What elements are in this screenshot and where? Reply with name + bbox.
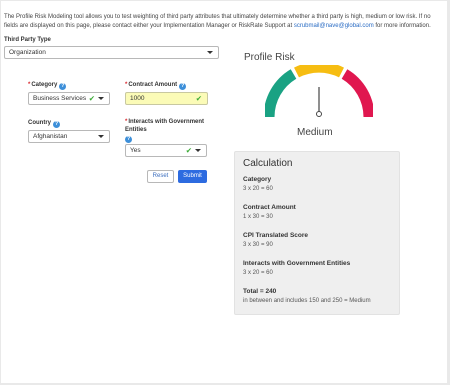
- gauge-needle-pivot: [316, 111, 322, 117]
- intro-text-end: for more information.: [373, 23, 431, 29]
- contract-amount-value: 1000: [130, 95, 145, 102]
- chevron-down-icon: [98, 135, 104, 138]
- support-email-link[interactable]: scrubmail@nave@global.com: [294, 23, 374, 29]
- calc-item-heading: CPI Translated Score: [243, 232, 309, 239]
- risk-level-label: Medium: [297, 127, 333, 138]
- third-party-type-value: Organization: [9, 49, 46, 56]
- help-icon[interactable]: ?: [59, 83, 67, 90]
- gauge-high-segment: [341, 69, 373, 118]
- risk-gauge: [265, 65, 373, 118]
- country-select[interactable]: Afghanistan: [28, 130, 110, 143]
- contract-amount-label: *Contract Amount?: [125, 81, 187, 90]
- contract-amount-input[interactable]: 1000 ✔: [125, 92, 208, 105]
- third-party-type-label: Third Party Type: [4, 37, 51, 43]
- calc-item-value: 3 x 20 = 60: [243, 186, 273, 192]
- required-asterisk: *: [125, 119, 128, 125]
- calc-item-heading: Category: [243, 176, 272, 183]
- category-label-text: Category: [31, 82, 58, 88]
- chevron-down-icon: [207, 51, 213, 54]
- gauge-low-segment: [265, 69, 297, 118]
- country-label-text: Country: [28, 120, 51, 126]
- submit-button[interactable]: Submit: [178, 170, 207, 183]
- reset-button[interactable]: Reset: [147, 170, 174, 183]
- interacts-label: *Interacts with Government Entities?: [125, 118, 217, 143]
- calc-item-heading: Contract Amount: [243, 204, 296, 211]
- calc-total-heading: Total = 240: [243, 288, 277, 295]
- gauge-medium-segment: [294, 65, 344, 78]
- help-icon[interactable]: ?: [53, 121, 60, 128]
- calc-item-value: 1 x 30 = 30: [243, 214, 273, 220]
- profile-risk-title: Profile Risk: [244, 52, 295, 63]
- risk-modeling-panel: The Profile Risk Modeling tool allows yo…: [1, 1, 447, 383]
- calculation-title: Calculation: [243, 158, 293, 169]
- interacts-value: Yes: [130, 147, 141, 154]
- calc-total-value: in between and includes 150 and 250 = Me…: [243, 298, 371, 304]
- chevron-down-icon: [98, 97, 104, 100]
- chevron-down-icon: [195, 149, 201, 152]
- help-icon[interactable]: ?: [125, 136, 132, 143]
- contract-amount-label-text: Contract Amount: [128, 82, 178, 88]
- calculation-panel: Calculation Category 3 x 20 = 60 Contrac…: [234, 151, 400, 315]
- check-icon: ✔: [195, 94, 202, 103]
- third-party-type-select[interactable]: Organization: [4, 46, 219, 59]
- check-icon: ✔: [88, 94, 95, 103]
- calc-item-heading: Interacts with Government Entities: [243, 260, 351, 267]
- required-asterisk: *: [28, 82, 31, 88]
- calc-item-value: 3 x 20 = 60: [243, 270, 273, 276]
- category-select[interactable]: Business Services ✔: [28, 92, 110, 105]
- country-value: Afghanistan: [33, 133, 68, 140]
- country-label: Country?: [28, 119, 60, 128]
- interacts-select[interactable]: Yes ✔: [125, 144, 207, 157]
- check-icon: ✔: [185, 146, 192, 155]
- interacts-label-text: Interacts with Government Entities: [125, 119, 205, 133]
- help-icon[interactable]: ?: [179, 83, 187, 90]
- intro-text: The Profile Risk Modeling tool allows yo…: [4, 13, 446, 31]
- category-label: *Category?: [28, 81, 67, 90]
- required-asterisk: *: [125, 82, 128, 88]
- calc-item-value: 3 x 30 = 90: [243, 242, 273, 248]
- category-value: Business Services: [33, 95, 87, 102]
